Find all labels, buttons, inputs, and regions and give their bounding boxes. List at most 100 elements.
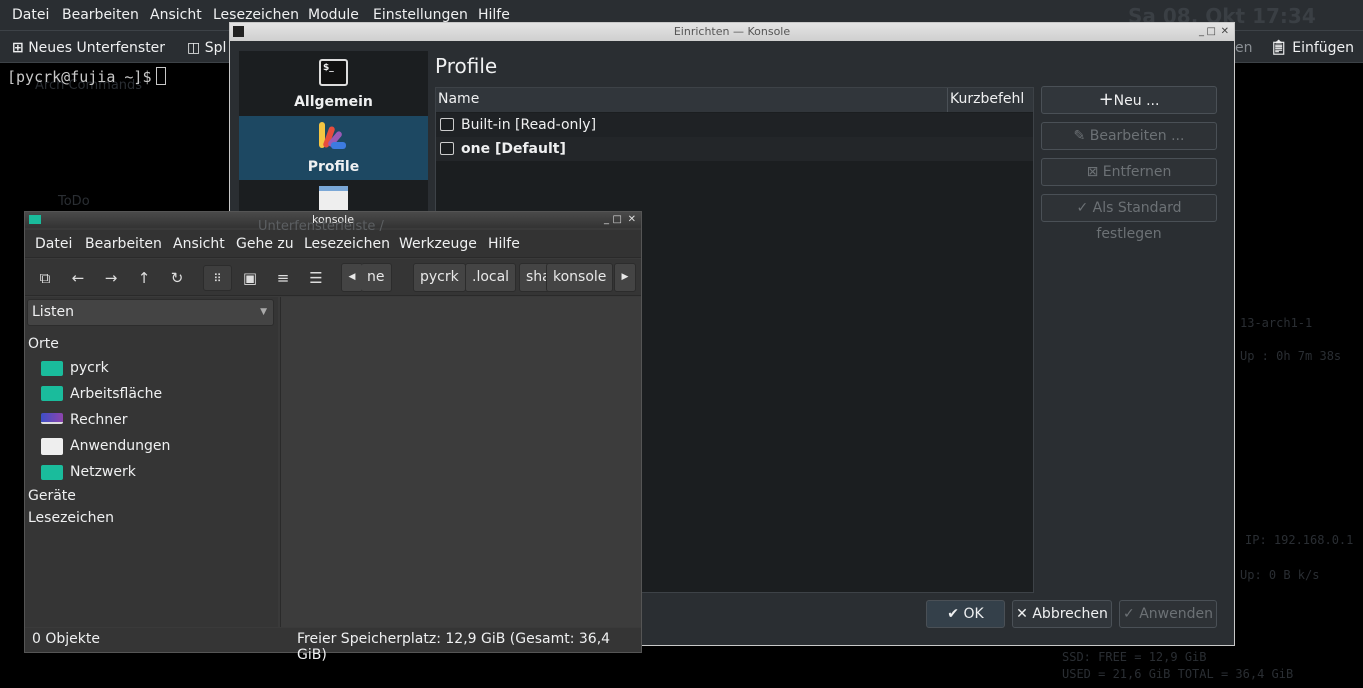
breadcrumb-item[interactable]: ne (361, 263, 392, 292)
plus-icon: + (1098, 89, 1114, 110)
fm-statusbar: 0 Objekte Freier Speicherplatz: 12,9 GiB… (25, 628, 641, 663)
check-icon: ✔ (947, 606, 960, 622)
breadcrumb-scroll-left[interactable]: ◀ (341, 263, 363, 292)
place-item[interactable]: Anwendungen (70, 438, 170, 454)
menu-lesezeichen[interactable]: Lesezeichen (213, 7, 299, 23)
table-row[interactable]: Built-in [Read-only] (436, 113, 1033, 137)
home-folder-icon (41, 361, 63, 376)
folder-icon (29, 215, 41, 224)
new-window-icon[interactable]: ⧉ (32, 265, 58, 291)
check-icon: ✓ (1123, 606, 1135, 622)
terminal-icon (440, 118, 454, 131)
fm-side-pane: Listen ▼ Orte pycrk Arbeitsfläche Rechner… (25, 297, 278, 627)
menu-gehe-zu[interactable]: Gehe zu (236, 236, 294, 252)
network-folder-icon (41, 465, 63, 480)
reload-icon[interactable]: ↻ (164, 265, 190, 291)
terminal-icon: $_ (319, 59, 348, 86)
clipboard-icon: 📋︎ (1270, 40, 1288, 56)
conky-net: Up: 0 B k/s (1240, 568, 1320, 582)
ok-button[interactable]: ✔ OK (926, 600, 1005, 628)
applications-icon (41, 438, 63, 455)
maximize-button[interactable]: □ (613, 212, 622, 228)
maximize-button[interactable]: □ (1207, 23, 1216, 41)
close-button[interactable]: ✕ (628, 212, 636, 228)
table-row[interactable]: one [Default] (436, 137, 1033, 161)
menu-ansicht[interactable]: Ansicht (150, 7, 202, 23)
up-icon[interactable]: ↑ (131, 265, 157, 291)
paste-button[interactable]: 📋︎ Einfügen (1270, 40, 1354, 56)
conky-ssd: SSD: FREE = 12,9 GiB (1062, 650, 1207, 664)
sidebar-item-profile[interactable]: Profile (239, 116, 428, 180)
table-header: Name Kurzbefehl (436, 88, 1033, 112)
menu-module[interactable]: Module (308, 7, 359, 23)
delete-icon: ⊠ (1086, 164, 1099, 180)
conky-uptime: Up : 0h 7m 38s (1240, 349, 1342, 363)
terminal-prompt[interactable]: [pycrk@fujia ~]$ (7, 67, 166, 86)
menu-hilfe[interactable]: Hilfe (478, 7, 510, 23)
remove-profile-button[interactable]: ⊠ Entfernen (1041, 158, 1217, 186)
fm-menubar: Datei Bearbeiten Ansicht Gehe zu Lesezei… (25, 230, 641, 258)
place-item[interactable]: Rechner (70, 412, 128, 428)
back-icon[interactable]: ← (65, 265, 91, 291)
breadcrumb-scroll-right[interactable]: ▶ (614, 263, 636, 292)
set-default-button[interactable]: ✓ Als Standard festlegen (1041, 194, 1217, 242)
free-space: Freier Speicherplatz: 12,9 GiB (Gesamt: … (297, 631, 611, 663)
conky-kernel: 13-arch1-1 (1240, 316, 1313, 330)
edit-profile-button[interactable]: ✎ Bearbeiten ... (1041, 122, 1217, 150)
menu-werkzeuge[interactable]: Werkzeuge (399, 236, 477, 252)
detailed-view-icon[interactable]: ☰ (303, 265, 329, 291)
breadcrumb-item[interactable]: pycrk (413, 263, 466, 292)
place-item[interactable]: Netzwerk (70, 464, 136, 480)
forward-icon[interactable]: → (98, 265, 124, 291)
item-count: 0 Objekte (32, 631, 100, 647)
apply-button[interactable]: ✓ Anwenden (1119, 600, 1217, 628)
minimize-button[interactable]: _ (604, 212, 609, 228)
split-icon: ◫ (187, 40, 201, 56)
menu-ansicht[interactable]: Ansicht (173, 236, 225, 252)
menu-bearbeiten[interactable]: Bearbeiten (62, 7, 139, 23)
side-pane-combo[interactable]: Listen ▼ (27, 299, 274, 326)
menu-lesezeichen[interactable]: Lesezeichen (304, 236, 390, 252)
place-item[interactable]: Arbeitsfläche (70, 386, 162, 402)
menu-datei[interactable]: Datei (12, 7, 49, 23)
new-tab-button[interactable]: ⊞ Neues Unterfenster (12, 40, 165, 56)
terminal-icon (440, 142, 454, 155)
sidebar-item-allgemein[interactable]: $_ Allgemein (239, 51, 428, 115)
menu-einstellungen[interactable]: Einstellungen (373, 7, 468, 23)
menu-hilfe[interactable]: Hilfe (488, 236, 520, 252)
breadcrumb-item[interactable]: konsole (546, 263, 614, 292)
new-profile-button[interactable]: +Neu ... (1041, 86, 1217, 114)
conky-ssd-used: USED = 21,6 GiB TOTAL = 36,4 GiB (1062, 667, 1294, 681)
window-icon (319, 186, 348, 210)
menu-datei[interactable]: Datei (35, 236, 72, 252)
section-devices[interactable]: Geräte (28, 488, 76, 504)
section-places[interactable]: Orte (28, 336, 59, 352)
desktop-icon-label[interactable]: ToDo (58, 194, 90, 209)
column-name[interactable]: Name (438, 91, 479, 107)
minimize-button[interactable]: _ (1199, 23, 1204, 41)
tabbar-sidebar-label: Unterfensterleiste / (258, 219, 384, 234)
split-button[interactable]: ◫ Spl (187, 40, 226, 56)
fm-file-view[interactable] (280, 297, 641, 627)
computer-icon (41, 413, 63, 424)
breadcrumb-item[interactable]: .local (465, 263, 517, 292)
copy-button-label[interactable]: en (1235, 40, 1253, 56)
close-button[interactable]: ✕ (1221, 23, 1229, 41)
column-shortcut[interactable]: Kurzbefehl (947, 88, 1024, 112)
conky-ip: IP: 192.168.0.1 (1245, 533, 1354, 547)
thumbnail-view-icon[interactable]: ▣ (237, 265, 263, 291)
file-manager-window: konsole _ □ ✕ Datei Bearbeiten Ansicht G… (24, 211, 642, 663)
place-item[interactable]: pycrk (70, 360, 109, 376)
dialog-titlebar: Einrichten — Konsole _ □ ✕ (230, 23, 1234, 41)
terminal-cursor (155, 67, 166, 85)
menu-bearbeiten[interactable]: Bearbeiten (85, 236, 162, 252)
icon-view-icon[interactable]: ⠿ (203, 265, 232, 291)
pencil-icon: ✎ (1073, 128, 1086, 144)
settings-sidebar: $_ Allgemein Profile (239, 51, 428, 231)
section-bookmarks[interactable]: Lesezeichen (28, 510, 114, 526)
chevron-down-icon: ▼ (260, 307, 267, 317)
konsole-app-icon (233, 26, 244, 37)
fm-toolbar: ⧉ ← → ↑ ↻ ⠿ ▣ ≡ ☰ ◀ ne pycrk .local shar… (25, 259, 641, 296)
cancel-button[interactable]: ✕ Abbrechen (1012, 600, 1112, 628)
compact-view-icon[interactable]: ≡ (270, 265, 296, 291)
